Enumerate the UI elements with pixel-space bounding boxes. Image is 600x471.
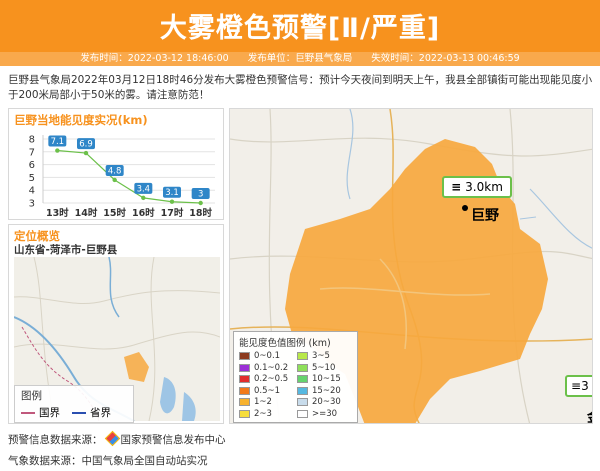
publisher: 发布单位：巨野县气象局 (247, 53, 353, 64)
legend-entry: 2~3 (239, 409, 297, 420)
data-label: 7.1 (51, 137, 65, 147)
warning-meta: 发布时间：2022-03-12 18:46:00 发布单位：巨野县气象局 失效时… (0, 52, 600, 66)
legend-entry: 0.5~1 (239, 386, 297, 397)
warning-title: 大雾橙色预警[Ⅱ/严重] (159, 13, 441, 44)
legend-entry: 0.2~0.5 (239, 374, 297, 385)
legend-national-border: 国界 (21, 405, 60, 420)
expire-time: 失效时间：2022-03-13 00:46:59 (371, 53, 520, 64)
main-map[interactable]: 巨野 ≡3.0km ≡3 金 能见度色值图例 (km) 0~0.13~50.1~… (229, 108, 593, 424)
legend-swatch (297, 375, 308, 384)
source-label: 预警信息数据来源： (8, 434, 103, 446)
release-center-logo-icon (104, 430, 120, 447)
bars-icon-2: ≡ (571, 379, 582, 393)
callout-value: 3.0km (465, 180, 503, 194)
legend-label: 20~30 (312, 397, 341, 408)
national-border-swatch (21, 411, 35, 414)
x-tick-label: 16时 (132, 207, 155, 219)
x-tick-label: 18时 (189, 207, 212, 219)
x-tick-label: 15时 (103, 207, 126, 219)
legend-swatch (239, 352, 250, 361)
visibility-legend: 能见度色值图例 (km) 0~0.1 3~5 0.1~0.2 5~10 0.2~0.5 1… (233, 331, 358, 423)
data-point (83, 150, 89, 156)
visibility-callout-2[interactable]: ≡3 (565, 375, 592, 397)
warning-header: 大雾橙色预警[Ⅱ/严重] 发布时间：2022-03-12 18:46:00 发布… (0, 0, 600, 66)
legend-entry: 0~0.1 (239, 351, 297, 362)
province-border-label: 省界 (90, 407, 111, 419)
callout-value-2: 3 (581, 379, 589, 393)
legend-entry: >=30 (297, 409, 355, 420)
y-tick-label: 6 (29, 160, 35, 171)
location-panel: 定位概览 山东省-菏泽市-巨野县 图例 国界 省界 (8, 224, 224, 424)
legend-label: 0~0.1 (254, 351, 281, 362)
y-tick-label: 4 (29, 186, 35, 197)
data-label: 6.9 (79, 140, 93, 150)
legend-swatch (297, 352, 308, 361)
y-tick-label: 5 (29, 173, 35, 184)
legend-swatch (297, 363, 308, 372)
data-label: 4.8 (108, 166, 122, 176)
visibility-legend-title: 能见度色值图例 (km) (239, 338, 331, 349)
x-tick-label: 13时 (46, 207, 69, 219)
legend-swatch (297, 409, 308, 418)
jinxiang-label: 金 (587, 407, 592, 423)
legend-entry: 1~2 (239, 397, 297, 408)
data-label: 3.4 (137, 184, 151, 194)
legend-swatch (239, 386, 250, 395)
visibility-legend-grid: 0~0.1 3~5 0.1~0.2 5~10 0.2~0.5 10~15 0.5~1 15~2… (239, 351, 352, 419)
x-tick-label: 17时 (161, 207, 184, 219)
data-point (198, 200, 203, 206)
legend-entry: 15~20 (297, 386, 355, 397)
legend-swatch (239, 398, 250, 407)
legend-label: >=30 (312, 408, 338, 419)
legend-entry: 0.1~0.2 (239, 363, 297, 374)
publish-time: 发布时间：2022-03-12 18:46:00 (80, 53, 229, 64)
overview-legend-title: 图例 (21, 390, 42, 402)
legend-swatch (297, 398, 308, 407)
legend-entry: 10~15 (297, 374, 355, 385)
legend-label: 0.2~0.5 (254, 374, 289, 385)
legend-label: 5~10 (312, 362, 336, 373)
legend-swatch (297, 386, 308, 395)
y-tick-label: 8 (29, 135, 35, 146)
legend-label: 15~20 (312, 385, 341, 396)
data-point (55, 148, 60, 153)
legend-swatch (239, 363, 250, 372)
legend-province-border: 省界 (72, 405, 111, 420)
bars-icon: ≡ (451, 180, 462, 194)
national-border-label: 国界 (39, 407, 60, 419)
juye-marker[interactable] (462, 205, 468, 211)
legend-entry: 3~5 (297, 351, 355, 362)
legend-label: 10~15 (312, 374, 341, 385)
legend-label: 0.1~0.2 (254, 362, 289, 373)
visibility-chart: 3 4 5 6 78 7.1 13时 6.9 14时 4.8 15时 3.4 16时 3.1 17时 3 18时 (29, 135, 215, 219)
overview-legend: 图例 国界 省界 (14, 385, 134, 423)
legend-label: 2~3 (254, 408, 272, 419)
y-tick-label: 3 (29, 199, 35, 210)
legend-label: 1~2 (254, 397, 272, 408)
y-tick-label: 7 (29, 147, 35, 158)
data-point (169, 199, 175, 204)
data-point (112, 177, 117, 183)
data-label: 3.1 (165, 188, 179, 198)
legend-label: 0.5~1 (254, 385, 281, 396)
juye-label: 巨野 (471, 208, 499, 224)
legend-swatch (239, 375, 250, 384)
province-border-swatch (72, 411, 86, 414)
data-source-line: 气象数据来源：中国气象局全国自动站实况 (8, 455, 208, 467)
visibility-panel: 巨野当地能见度实况(km) 3 4 5 6 7 8 7.1 13时 6.9 14时 4.8 15时 3.… (8, 108, 224, 220)
legend-swatch (239, 409, 250, 418)
legend-entry: 5~10 (297, 363, 355, 374)
warning-description: 巨野县气象局2022年03月12日18时46分发布大雾橙色预警信号：预计今天夜间… (8, 74, 593, 101)
data-label: 3 (198, 190, 203, 200)
x-tick-label: 14时 (75, 207, 98, 219)
source-name[interactable]: 国家预警信息发布中心 (121, 434, 226, 446)
visibility-callout[interactable]: ≡ 3.0km (442, 176, 512, 198)
source-line: 预警信息数据来源： 国家预警信息发布中心 (8, 430, 226, 447)
data-point (141, 195, 146, 201)
legend-entry: 20~30 (297, 397, 355, 408)
legend-label: 3~5 (312, 351, 330, 362)
location-region: 山东省-菏泽市-巨野县 (14, 244, 118, 256)
